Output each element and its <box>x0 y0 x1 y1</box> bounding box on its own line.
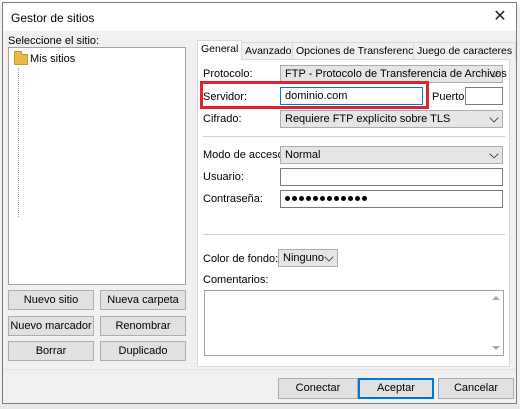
password-label: Contraseña: <box>203 193 263 205</box>
password-dot <box>334 196 339 201</box>
password-dot <box>348 196 353 201</box>
password-dot <box>355 196 360 201</box>
scroll-down-icon[interactable] <box>492 346 500 350</box>
bgcolor-value: Ninguno <box>283 252 324 264</box>
cancel-button[interactable]: Cancelar <box>438 378 514 399</box>
password-input[interactable] <box>280 190 503 208</box>
tab-charset[interactable]: Juego de caracteres <box>413 42 517 59</box>
background-desktop-bottom <box>0 404 520 409</box>
port-input[interactable] <box>465 87 503 105</box>
rename-button[interactable]: Renombrar <box>100 316 186 336</box>
encryption-select[interactable]: Requiere FTP explícito sobre TLS <box>280 110 503 128</box>
new-site-button[interactable]: Nuevo sitio <box>8 290 94 310</box>
server-highlight-box <box>200 81 429 109</box>
scroll-up-icon[interactable] <box>492 296 500 300</box>
section-divider <box>203 136 505 137</box>
password-dot <box>327 196 332 201</box>
access-mode-label: Modo de acceso: <box>203 149 287 161</box>
comments-label: Comentarios: <box>203 274 269 286</box>
chevron-down-icon <box>324 252 334 262</box>
close-icon[interactable]: ✕ <box>490 7 510 27</box>
password-dot <box>306 196 311 201</box>
duplicate-button-label: Duplicado <box>118 345 168 357</box>
tree-connector <box>18 68 19 218</box>
site-tree[interactable]: Mis sitios <box>8 47 186 285</box>
connect-button[interactable]: Conectar <box>278 378 358 399</box>
accept-button-label: Aceptar <box>377 382 415 394</box>
delete-button[interactable]: Borrar <box>8 341 94 361</box>
tree-item-my-sites[interactable]: Mis sitios <box>30 53 75 65</box>
password-mask <box>285 196 367 201</box>
new-folder-button[interactable]: Nueva carpeta <box>100 290 186 310</box>
port-label: Puerto: <box>432 91 468 103</box>
password-dot <box>285 196 290 201</box>
window-title: Gestor de sitios <box>11 11 95 25</box>
select-site-label: Seleccione el sitio: <box>8 35 100 47</box>
encryption-value: Requiere FTP explícito sobre TLS <box>285 113 451 125</box>
tab-transfer-options[interactable]: Opciones de Transferencia <box>292 42 426 59</box>
protocol-label: Protocolo: <box>203 68 253 80</box>
user-input[interactable] <box>280 168 503 186</box>
chevron-down-icon <box>489 113 499 123</box>
cancel-button-label: Cancelar <box>453 382 499 394</box>
rename-button-label: Renombrar <box>115 320 171 332</box>
bgcolor-label: Color de fondo: <box>203 253 279 265</box>
password-dot <box>313 196 318 201</box>
title-bar: Gestor de sitios ✕ <box>3 3 516 31</box>
access-mode-select[interactable]: Normal <box>280 146 503 164</box>
site-manager-dialog: Gestor de sitios ✕ Seleccione el sitio: … <box>2 2 517 404</box>
bgcolor-select[interactable]: Ninguno <box>278 249 338 267</box>
password-dot <box>292 196 297 201</box>
tab-advanced[interactable]: Avanzado <box>241 42 296 59</box>
new-bookmark-button[interactable]: Nuevo marcador <box>8 316 94 336</box>
folder-icon <box>14 51 28 65</box>
password-dot <box>320 196 325 201</box>
tab-general[interactable]: General <box>197 40 243 60</box>
duplicate-button[interactable]: Duplicado <box>100 341 186 361</box>
accept-button[interactable]: Aceptar <box>358 378 434 399</box>
password-dot <box>362 196 367 201</box>
new-site-button-label: Nuevo sitio <box>23 294 79 306</box>
connect-button-label: Conectar <box>295 382 341 394</box>
new-bookmark-button-label: Nuevo marcador <box>10 320 92 332</box>
protocol-value: FTP - Protocolo de Transferencia de Arch… <box>285 68 507 80</box>
comments-textarea[interactable] <box>204 290 504 356</box>
footer-divider <box>3 369 516 370</box>
section-divider <box>203 234 505 235</box>
chevron-down-icon <box>489 149 499 159</box>
password-dot <box>299 196 304 201</box>
new-folder-button-label: Nueva carpeta <box>107 294 179 306</box>
encryption-label: Cifrado: <box>203 113 242 125</box>
delete-button-label: Borrar <box>35 345 67 357</box>
user-label: Usuario: <box>203 171 244 183</box>
access-mode-value: Normal <box>285 149 321 161</box>
password-dot <box>341 196 346 201</box>
